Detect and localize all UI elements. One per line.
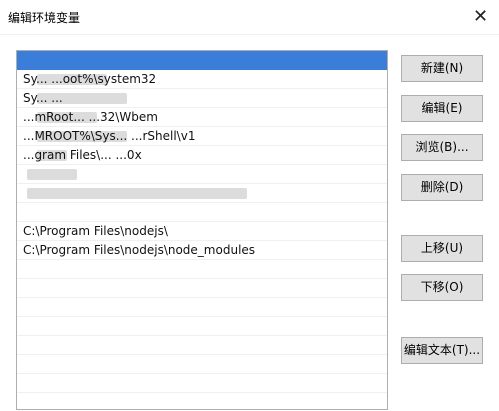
path-list-item[interactable]: Sy... ...oot%\system32	[17, 70, 387, 89]
path-list-item[interactable]: C:\Program Files\nodejs\node_modules	[17, 241, 387, 260]
path-list-item-text: C:\Program Files\nodejs\node_modules	[23, 243, 256, 257]
path-list-item[interactable]	[17, 317, 387, 336]
path-list-item[interactable]: ...mRoot... ...32\Wbem	[17, 108, 387, 127]
redacted-text	[27, 188, 247, 199]
delete-button[interactable]: 删除(D)	[401, 174, 483, 201]
path-list-item-text: Sy... ...oot%\system32	[23, 72, 157, 86]
move-up-button[interactable]: 上移(U)	[401, 235, 483, 262]
browse-button[interactable]: 浏览(B)...	[401, 134, 483, 161]
path-list-item[interactable]	[17, 260, 387, 279]
path-list-item[interactable]	[17, 279, 387, 298]
path-list-item[interactable]	[17, 336, 387, 355]
path-list-item-text: C:\Program Files\nodejs\	[23, 224, 168, 238]
path-list-item[interactable]	[17, 298, 387, 317]
close-icon[interactable]: ✕	[464, 1, 497, 31]
path-list[interactable]: Sy... ...oot%\system32 Sy... ... ...mRoot.…	[16, 50, 388, 410]
path-list-item[interactable]	[17, 203, 387, 222]
path-list-item[interactable]	[17, 165, 387, 184]
path-list-item[interactable]: ...gram Files\... ...0x	[17, 146, 387, 165]
path-list-item[interactable]	[17, 184, 387, 203]
path-list-item-text: Sy... ...	[23, 91, 63, 105]
path-list-item[interactable]: ...MROOT%\Sys... ...rShell\v1	[17, 127, 387, 146]
path-list-item[interactable]: C:\Program Files\nodejs\	[17, 222, 387, 241]
path-list-item-text: ...MROOT%\Sys... ...rShell\v1	[23, 129, 196, 143]
redacted-text	[27, 169, 77, 180]
title-bar: 编辑环境变量 ✕	[0, 0, 499, 34]
path-list-item[interactable]	[17, 51, 387, 70]
edit-text-button[interactable]: 编辑文本(T)...	[401, 337, 483, 364]
path-list-item[interactable]	[17, 355, 387, 374]
move-down-button[interactable]: 下移(O)	[401, 274, 483, 301]
path-list-item-text: ...gram Files\... ...0x	[23, 148, 142, 162]
path-list-item[interactable]	[17, 374, 387, 393]
title-divider	[0, 34, 499, 35]
window-title: 编辑环境变量	[8, 11, 81, 25]
edit-button[interactable]: 编辑(E)	[401, 95, 483, 122]
new-button[interactable]: 新建(N)	[401, 55, 483, 82]
path-list-item[interactable]: Sy... ...	[17, 89, 387, 108]
path-list-rows: Sy... ...oot%\system32 Sy... ... ...mRoot.…	[17, 51, 387, 393]
path-list-item-text: ...mRoot... ...32\Wbem	[23, 110, 158, 124]
